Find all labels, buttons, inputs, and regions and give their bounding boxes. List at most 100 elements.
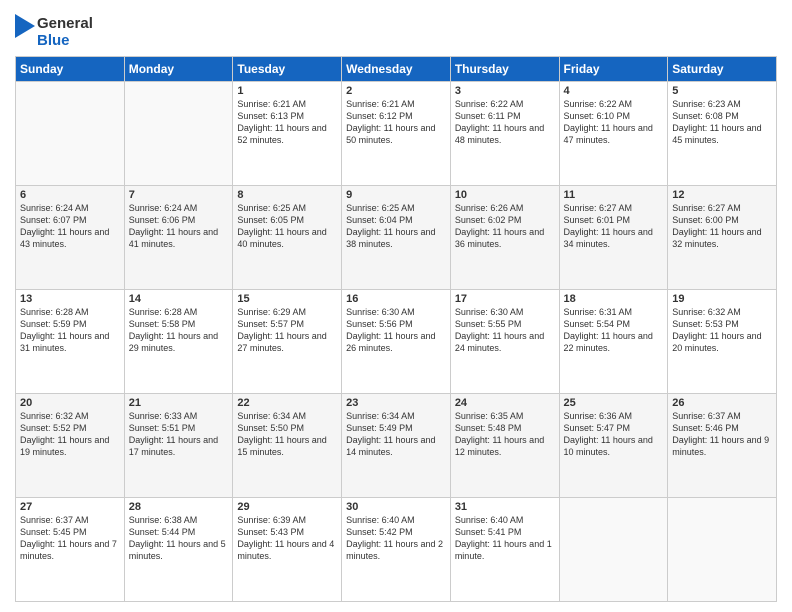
day-number: 13 — [20, 293, 120, 305]
day-number: 26 — [672, 397, 772, 409]
day-number: 20 — [20, 397, 120, 409]
calendar-cell: 13Sunrise: 6:28 AM Sunset: 5:59 PM Dayli… — [16, 290, 125, 394]
calendar-cell: 5Sunrise: 6:23 AM Sunset: 6:08 PM Daylig… — [668, 82, 777, 186]
day-info: Sunrise: 6:37 AM Sunset: 5:46 PM Dayligh… — [672, 410, 772, 459]
day-number: 19 — [672, 293, 772, 305]
day-number: 16 — [346, 293, 446, 305]
calendar-week-row: 1Sunrise: 6:21 AM Sunset: 6:13 PM Daylig… — [16, 82, 777, 186]
day-number: 5 — [672, 85, 772, 97]
day-info: Sunrise: 6:23 AM Sunset: 6:08 PM Dayligh… — [672, 98, 772, 147]
calendar-cell: 11Sunrise: 6:27 AM Sunset: 6:01 PM Dayli… — [559, 186, 668, 290]
calendar-week-row: 13Sunrise: 6:28 AM Sunset: 5:59 PM Dayli… — [16, 290, 777, 394]
day-number: 28 — [129, 501, 229, 513]
day-info: Sunrise: 6:25 AM Sunset: 6:05 PM Dayligh… — [237, 202, 337, 251]
day-number: 31 — [455, 501, 555, 513]
day-info: Sunrise: 6:27 AM Sunset: 6:00 PM Dayligh… — [672, 202, 772, 251]
day-number: 27 — [20, 501, 120, 513]
day-info: Sunrise: 6:25 AM Sunset: 6:04 PM Dayligh… — [346, 202, 446, 251]
day-info: Sunrise: 6:24 AM Sunset: 6:07 PM Dayligh… — [20, 202, 120, 251]
day-info: Sunrise: 6:31 AM Sunset: 5:54 PM Dayligh… — [564, 306, 664, 355]
day-info: Sunrise: 6:30 AM Sunset: 5:55 PM Dayligh… — [455, 306, 555, 355]
calendar-cell: 15Sunrise: 6:29 AM Sunset: 5:57 PM Dayli… — [233, 290, 342, 394]
weekday-header-sunday: Sunday — [16, 57, 125, 82]
weekday-header-monday: Monday — [124, 57, 233, 82]
day-number: 29 — [237, 501, 337, 513]
day-info: Sunrise: 6:21 AM Sunset: 6:12 PM Dayligh… — [346, 98, 446, 147]
day-info: Sunrise: 6:29 AM Sunset: 5:57 PM Dayligh… — [237, 306, 337, 355]
day-number: 7 — [129, 189, 229, 201]
logo-general-text: General — [37, 15, 93, 32]
calendar-cell: 8Sunrise: 6:25 AM Sunset: 6:05 PM Daylig… — [233, 186, 342, 290]
calendar-cell: 16Sunrise: 6:30 AM Sunset: 5:56 PM Dayli… — [342, 290, 451, 394]
day-info: Sunrise: 6:22 AM Sunset: 6:10 PM Dayligh… — [564, 98, 664, 147]
day-number: 11 — [564, 189, 664, 201]
weekday-header-thursday: Thursday — [450, 57, 559, 82]
calendar-cell — [124, 82, 233, 186]
calendar-cell: 17Sunrise: 6:30 AM Sunset: 5:55 PM Dayli… — [450, 290, 559, 394]
calendar-cell: 12Sunrise: 6:27 AM Sunset: 6:00 PM Dayli… — [668, 186, 777, 290]
day-number: 25 — [564, 397, 664, 409]
calendar-cell: 31Sunrise: 6:40 AM Sunset: 5:41 PM Dayli… — [450, 498, 559, 602]
day-number: 4 — [564, 85, 664, 97]
day-number: 14 — [129, 293, 229, 305]
calendar-cell: 6Sunrise: 6:24 AM Sunset: 6:07 PM Daylig… — [16, 186, 125, 290]
day-info: Sunrise: 6:32 AM Sunset: 5:52 PM Dayligh… — [20, 410, 120, 459]
calendar-cell: 27Sunrise: 6:37 AM Sunset: 5:45 PM Dayli… — [16, 498, 125, 602]
day-number: 3 — [455, 85, 555, 97]
calendar-table: SundayMondayTuesdayWednesdayThursdayFrid… — [15, 56, 777, 602]
weekday-header-friday: Friday — [559, 57, 668, 82]
calendar-body: 1Sunrise: 6:21 AM Sunset: 6:13 PM Daylig… — [16, 82, 777, 602]
calendar-cell: 1Sunrise: 6:21 AM Sunset: 6:13 PM Daylig… — [233, 82, 342, 186]
day-info: Sunrise: 6:40 AM Sunset: 5:41 PM Dayligh… — [455, 514, 555, 563]
weekday-header-wednesday: Wednesday — [342, 57, 451, 82]
calendar-cell: 25Sunrise: 6:36 AM Sunset: 5:47 PM Dayli… — [559, 394, 668, 498]
day-info: Sunrise: 6:38 AM Sunset: 5:44 PM Dayligh… — [129, 514, 229, 563]
calendar-cell: 28Sunrise: 6:38 AM Sunset: 5:44 PM Dayli… — [124, 498, 233, 602]
day-info: Sunrise: 6:34 AM Sunset: 5:49 PM Dayligh… — [346, 410, 446, 459]
calendar-cell — [668, 498, 777, 602]
calendar-cell: 22Sunrise: 6:34 AM Sunset: 5:50 PM Dayli… — [233, 394, 342, 498]
day-info: Sunrise: 6:30 AM Sunset: 5:56 PM Dayligh… — [346, 306, 446, 355]
day-number: 8 — [237, 189, 337, 201]
logo: GeneralBlue — [15, 14, 93, 50]
day-number: 2 — [346, 85, 446, 97]
calendar-cell: 23Sunrise: 6:34 AM Sunset: 5:49 PM Dayli… — [342, 394, 451, 498]
calendar-cell: 7Sunrise: 6:24 AM Sunset: 6:06 PM Daylig… — [124, 186, 233, 290]
day-info: Sunrise: 6:26 AM Sunset: 6:02 PM Dayligh… — [455, 202, 555, 251]
day-info: Sunrise: 6:34 AM Sunset: 5:50 PM Dayligh… — [237, 410, 337, 459]
calendar-header-row: SundayMondayTuesdayWednesdayThursdayFrid… — [16, 57, 777, 82]
day-info: Sunrise: 6:39 AM Sunset: 5:43 PM Dayligh… — [237, 514, 337, 563]
day-info: Sunrise: 6:40 AM Sunset: 5:42 PM Dayligh… — [346, 514, 446, 563]
day-info: Sunrise: 6:37 AM Sunset: 5:45 PM Dayligh… — [20, 514, 120, 563]
day-info: Sunrise: 6:22 AM Sunset: 6:11 PM Dayligh… — [455, 98, 555, 147]
day-number: 23 — [346, 397, 446, 409]
day-number: 10 — [455, 189, 555, 201]
weekday-header-tuesday: Tuesday — [233, 57, 342, 82]
calendar-cell: 26Sunrise: 6:37 AM Sunset: 5:46 PM Dayli… — [668, 394, 777, 498]
calendar-cell: 19Sunrise: 6:32 AM Sunset: 5:53 PM Dayli… — [668, 290, 777, 394]
day-info: Sunrise: 6:32 AM Sunset: 5:53 PM Dayligh… — [672, 306, 772, 355]
day-number: 30 — [346, 501, 446, 513]
calendar-cell: 9Sunrise: 6:25 AM Sunset: 6:04 PM Daylig… — [342, 186, 451, 290]
header: GeneralBlue — [15, 10, 777, 50]
day-number: 17 — [455, 293, 555, 305]
weekday-header-saturday: Saturday — [668, 57, 777, 82]
calendar-cell: 2Sunrise: 6:21 AM Sunset: 6:12 PM Daylig… — [342, 82, 451, 186]
day-number: 24 — [455, 397, 555, 409]
calendar-cell — [559, 498, 668, 602]
day-number: 22 — [237, 397, 337, 409]
logo-blue-text: Blue — [37, 32, 93, 49]
day-info: Sunrise: 6:35 AM Sunset: 5:48 PM Dayligh… — [455, 410, 555, 459]
calendar-cell: 10Sunrise: 6:26 AM Sunset: 6:02 PM Dayli… — [450, 186, 559, 290]
calendar-cell: 20Sunrise: 6:32 AM Sunset: 5:52 PM Dayli… — [16, 394, 125, 498]
calendar-cell: 18Sunrise: 6:31 AM Sunset: 5:54 PM Dayli… — [559, 290, 668, 394]
day-number: 21 — [129, 397, 229, 409]
day-number: 15 — [237, 293, 337, 305]
day-info: Sunrise: 6:27 AM Sunset: 6:01 PM Dayligh… — [564, 202, 664, 251]
calendar-cell: 4Sunrise: 6:22 AM Sunset: 6:10 PM Daylig… — [559, 82, 668, 186]
day-number: 1 — [237, 85, 337, 97]
day-info: Sunrise: 6:28 AM Sunset: 5:58 PM Dayligh… — [129, 306, 229, 355]
day-number: 12 — [672, 189, 772, 201]
day-number: 9 — [346, 189, 446, 201]
logo-triangle-icon — [15, 14, 35, 50]
